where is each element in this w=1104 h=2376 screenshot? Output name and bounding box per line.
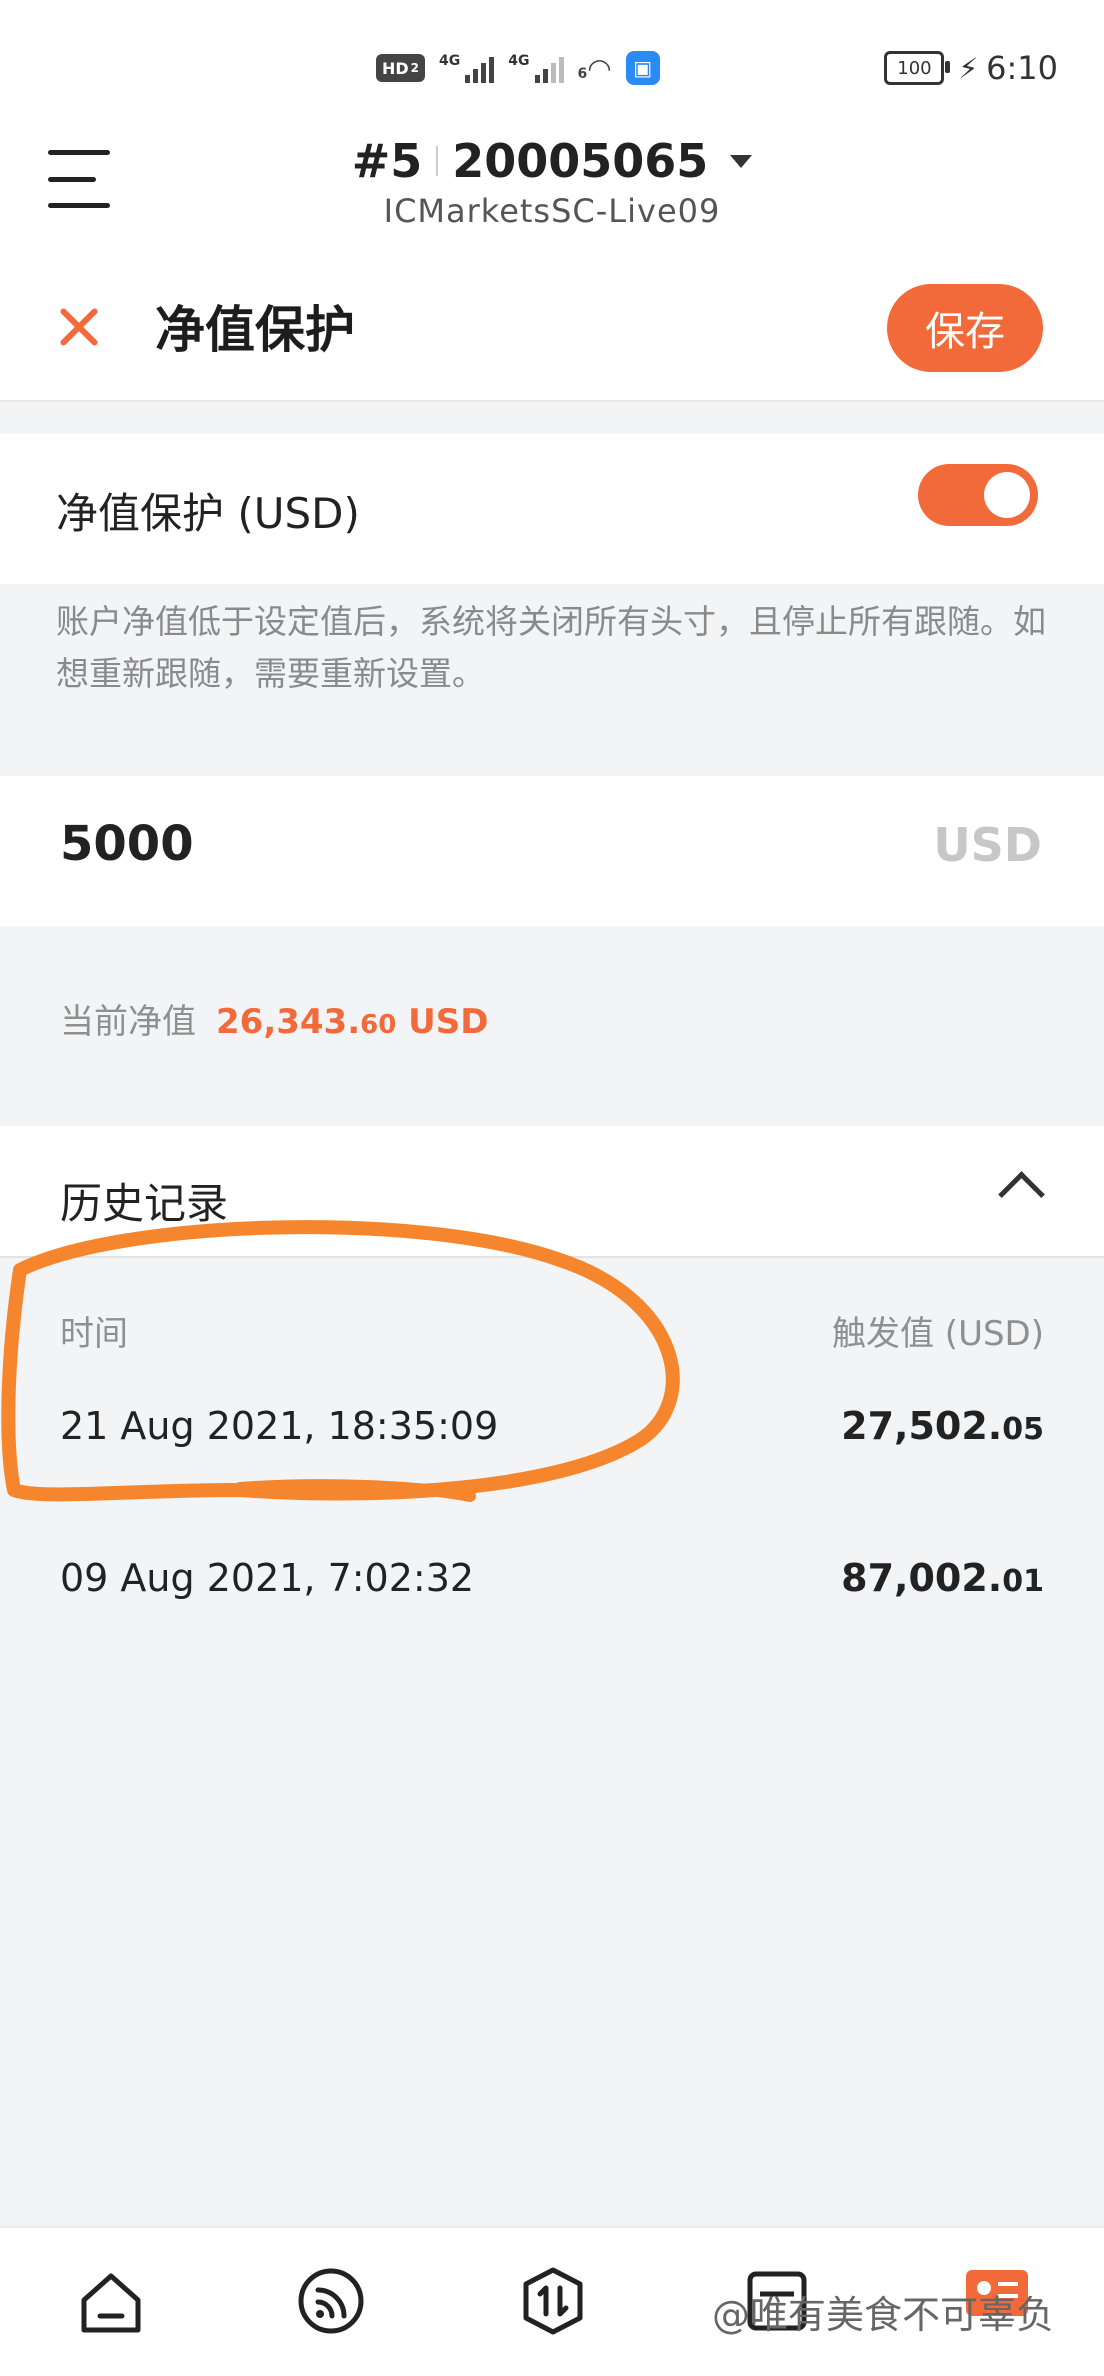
trade-icon[interactable]	[516, 2264, 590, 2338]
protection-toggle[interactable]	[918, 464, 1038, 526]
signal-1-label: 4G	[439, 53, 461, 69]
history-title: 历史记录	[60, 1179, 229, 1228]
close-icon[interactable]	[54, 302, 104, 352]
col-value-header: 触发值 (USD)	[832, 1314, 1044, 1354]
history-row-value-int: 87,002.	[841, 1556, 1003, 1600]
col-time-header: 时间	[60, 1314, 128, 1354]
save-button[interactable]: 保存	[887, 284, 1043, 372]
battery-level: 100	[897, 57, 932, 79]
history-row-value-dec: 05	[1002, 1412, 1044, 1447]
amount-row: 5000 USD	[0, 776, 1104, 926]
watermark: @唯有美食不可辜负	[712, 2293, 1055, 2337]
history-row-time: 09 Aug 2021, 7:02:32	[60, 1556, 475, 1600]
protection-amount-input[interactable]: 5000	[60, 816, 194, 872]
page: HD 2 4G 4G 6◠ ▣ 100 ⚡ 6:10 #5 20005065 I…	[0, 0, 1104, 2376]
protection-description: 账户净值低于设定值后，系统将关闭所有头寸，且停止所有跟随。如想重新跟随，需要重新…	[56, 602, 1046, 693]
status-bar: HD 2 4G 4G 6◠ ▣ 100 ⚡ 6:10	[0, 0, 1104, 130]
hd-label: HD	[382, 58, 409, 78]
current-equity: 当前净值 26,343.60 USD	[60, 994, 488, 1043]
wifi-icon: 6◠	[577, 51, 612, 85]
amount-unit: USD	[933, 818, 1042, 872]
history-row-value: 27,502.05	[841, 1404, 1044, 1448]
title-bar: 净值保护 保存	[0, 260, 1104, 402]
history-row-value-dec: 01	[1002, 1564, 1044, 1599]
protection-toggle-row: 净值保护 (USD)	[0, 434, 1104, 584]
history-column-headers: 时间 触发值 (USD)	[60, 1306, 1044, 1355]
chevron-up-icon[interactable]	[998, 1171, 1045, 1218]
current-equity-int: 26,343.	[216, 1002, 361, 1042]
signal-feed-icon[interactable]	[294, 2264, 368, 2338]
history-row: 21 Aug 2021, 18:35:09 27,502.05	[60, 1404, 1044, 1448]
account-selector[interactable]: #5 20005065	[0, 130, 1104, 192]
signal-icon-1: 4G	[439, 53, 495, 83]
protection-toggle-label: 净值保护 (USD)	[56, 489, 360, 538]
history-row: 09 Aug 2021, 7:02:32 87,002.01	[60, 1556, 1044, 1600]
server-name: ICMarketsSC-Live09	[383, 192, 721, 230]
history-header[interactable]: 历史记录	[0, 1126, 1104, 1258]
current-equity-unit: USD	[408, 1002, 489, 1042]
app-notification-icon: ▣	[625, 51, 660, 85]
current-equity-value: 26,343.60 USD	[216, 1002, 488, 1042]
hd-sub: 2	[410, 61, 420, 75]
signal-icon-2: 4G	[508, 53, 564, 83]
history-row-value: 87,002.01	[841, 1556, 1044, 1600]
charging-icon: ⚡	[958, 51, 979, 85]
home-icon[interactable]	[74, 2264, 148, 2338]
bottom-nav: @唯有美食不可辜负	[0, 2226, 1104, 2376]
history-row-time: 21 Aug 2021, 18:35:09	[60, 1404, 499, 1448]
account-index: #5	[351, 134, 423, 188]
current-equity-label: 当前净值	[60, 1002, 196, 1042]
toggle-knob	[984, 472, 1030, 518]
account-separator	[436, 146, 439, 176]
battery-icon: 100	[884, 51, 951, 85]
current-equity-dec: 60	[360, 1010, 397, 1040]
history-row-value-int: 27,502.	[841, 1404, 1003, 1448]
account-header: #5 20005065 ICMarketsSC-Live09	[0, 130, 1104, 260]
clock: 6:10	[986, 49, 1058, 87]
wifi-label: 6	[577, 65, 588, 82]
status-right: 100 ⚡ 6:10	[884, 46, 1058, 90]
account-number: 20005065	[452, 134, 709, 188]
status-icons: HD 2 4G 4G 6◠ ▣	[376, 48, 660, 88]
caret-down-icon	[730, 154, 753, 168]
signal-2-label: 4G	[508, 53, 530, 69]
hd-voice-icon: HD 2	[376, 54, 426, 82]
page-title: 净值保护	[155, 301, 355, 359]
